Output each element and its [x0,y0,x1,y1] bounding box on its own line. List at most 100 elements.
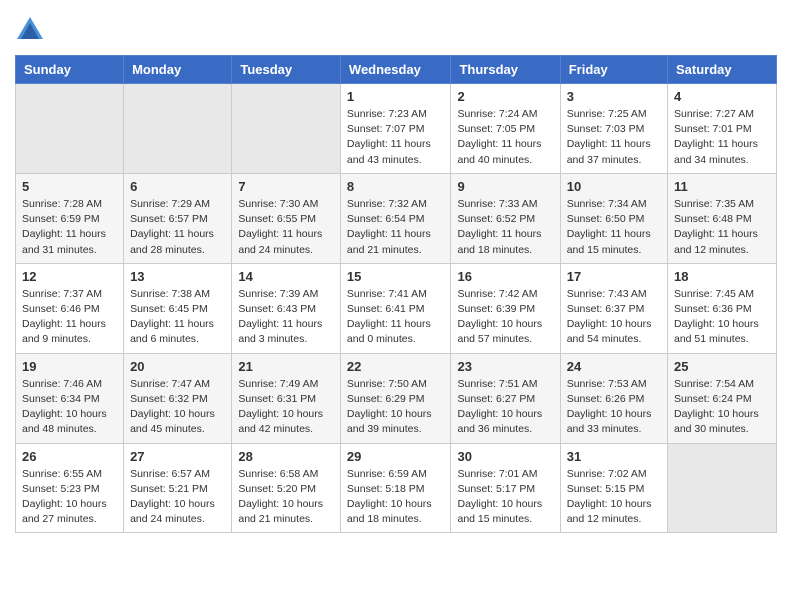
day-number: 9 [457,179,553,194]
calendar-cell: 18 Sunrise: 7:45 AM Sunset: 6:36 PM Dayli… [668,263,777,353]
day-info: Sunrise: 7:28 AM Sunset: 6:59 PM Dayligh… [22,197,117,258]
day-number: 3 [567,89,661,104]
calendar-cell: 31Sunrise: 7:02 AM Sunset: 5:15 PM Dayli… [560,443,667,533]
day-number: 15 [347,269,445,284]
weekday-header-thursday: Thursday [451,56,560,84]
day-number: 10 [567,179,661,194]
day-number: 5 [22,179,117,194]
day-number: 8 [347,179,445,194]
calendar-cell: 3 Sunrise: 7:25 AM Sunset: 7:03 PM Daylig… [560,84,667,174]
day-info: Sunrise: 7:46 AM Sunset: 6:34 PM Dayligh… [22,377,117,438]
calendar-cell: 15 Sunrise: 7:41 AM Sunset: 6:41 PM Dayli… [340,263,451,353]
calendar-cell: 17 Sunrise: 7:43 AM Sunset: 6:37 PM Dayli… [560,263,667,353]
day-info: Sunrise: 7:39 AM Sunset: 6:43 PM Dayligh… [238,287,334,348]
day-info: Sunrise: 7:25 AM Sunset: 7:03 PM Dayligh… [567,107,661,168]
day-info: Sunrise: 7:42 AM Sunset: 6:39 PM Dayligh… [457,287,553,348]
calendar-cell: 30 Sunrise: 7:01 AM Sunset: 5:17 PM Dayli… [451,443,560,533]
calendar-cell [232,84,341,174]
calendar-cell: 20Sunrise: 7:47 AM Sunset: 6:32 PM Dayli… [124,353,232,443]
day-info: Sunrise: 7:53 AM Sunset: 6:26 PM Dayligh… [567,377,661,438]
calendar-cell: 8 Sunrise: 7:32 AM Sunset: 6:54 PM Daylig… [340,173,451,263]
day-number: 6 [130,179,225,194]
day-info: Sunrise: 7:01 AM Sunset: 5:17 PM Dayligh… [457,467,553,528]
day-info: Sunrise: 7:43 AM Sunset: 6:37 PM Dayligh… [567,287,661,348]
day-number: 26 [22,449,117,464]
calendar-table: SundayMondayTuesdayWednesdayThursdayFrid… [15,55,777,533]
day-number: 29 [347,449,445,464]
day-info: Sunrise: 7:41 AM Sunset: 6:41 PM Dayligh… [347,287,445,348]
day-info: Sunrise: 7:51 AM Sunset: 6:27 PM Dayligh… [457,377,553,438]
calendar-week-row: 1 Sunrise: 7:23 AM Sunset: 7:07 PM Daylig… [16,84,777,174]
day-info: Sunrise: 7:35 AM Sunset: 6:48 PM Dayligh… [674,197,770,258]
calendar-cell [124,84,232,174]
day-number: 16 [457,269,553,284]
calendar-week-row: 12 Sunrise: 7:37 AM Sunset: 6:46 PM Dayli… [16,263,777,353]
day-number: 18 [674,269,770,284]
day-info: Sunrise: 7:29 AM Sunset: 6:57 PM Dayligh… [130,197,225,258]
day-info: Sunrise: 7:33 AM Sunset: 6:52 PM Dayligh… [457,197,553,258]
logo [15,15,49,45]
calendar-cell: 22Sunrise: 7:50 AM Sunset: 6:29 PM Dayli… [340,353,451,443]
weekday-header-sunday: Sunday [16,56,124,84]
day-number: 1 [347,89,445,104]
day-info: Sunrise: 7:34 AM Sunset: 6:50 PM Dayligh… [567,197,661,258]
day-number: 13 [130,269,225,284]
day-info: Sunrise: 6:55 AM Sunset: 5:23 PM Dayligh… [22,467,117,528]
calendar-cell: 23Sunrise: 7:51 AM Sunset: 6:27 PM Dayli… [451,353,560,443]
day-info: Sunrise: 6:59 AM Sunset: 5:18 PM Dayligh… [347,467,445,528]
calendar-cell: 10 Sunrise: 7:34 AM Sunset: 6:50 PM Dayli… [560,173,667,263]
page-header [15,15,777,45]
weekday-header-row: SundayMondayTuesdayWednesdayThursdayFrid… [16,56,777,84]
day-number: 27 [130,449,225,464]
calendar-week-row: 5 Sunrise: 7:28 AM Sunset: 6:59 PM Daylig… [16,173,777,263]
calendar-week-row: 26 Sunrise: 6:55 AM Sunset: 5:23 PM Dayli… [16,443,777,533]
calendar-cell: 4 Sunrise: 7:27 AM Sunset: 7:01 PM Daylig… [668,84,777,174]
day-number: 11 [674,179,770,194]
day-info: Sunrise: 7:50 AM Sunset: 6:29 PM Dayligh… [347,377,445,438]
day-number: 2 [457,89,553,104]
logo-icon [15,15,45,45]
calendar-cell: 13 Sunrise: 7:38 AM Sunset: 6:45 PM Dayli… [124,263,232,353]
calendar-week-row: 19 Sunrise: 7:46 AM Sunset: 6:34 PM Dayli… [16,353,777,443]
calendar-cell: 26 Sunrise: 6:55 AM Sunset: 5:23 PM Dayli… [16,443,124,533]
day-info: Sunrise: 7:49 AM Sunset: 6:31 PM Dayligh… [238,377,334,438]
weekday-header-saturday: Saturday [668,56,777,84]
day-number: 7 [238,179,334,194]
calendar-cell: 6 Sunrise: 7:29 AM Sunset: 6:57 PM Daylig… [124,173,232,263]
calendar-cell: 2 Sunrise: 7:24 AM Sunset: 7:05 PM Daylig… [451,84,560,174]
day-number: 19 [22,359,117,374]
calendar-cell: 28Sunrise: 6:58 AM Sunset: 5:20 PM Dayli… [232,443,341,533]
day-info: Sunrise: 6:58 AM Sunset: 5:20 PM Dayligh… [238,467,334,528]
day-number: 14 [238,269,334,284]
calendar-cell: 25Sunrise: 7:54 AM Sunset: 6:24 PM Dayli… [668,353,777,443]
day-number: 31 [567,449,661,464]
calendar-cell [16,84,124,174]
calendar-cell: 9 Sunrise: 7:33 AM Sunset: 6:52 PM Daylig… [451,173,560,263]
day-info: Sunrise: 7:32 AM Sunset: 6:54 PM Dayligh… [347,197,445,258]
calendar-cell: 11 Sunrise: 7:35 AM Sunset: 6:48 PM Dayli… [668,173,777,263]
calendar-cell: 12 Sunrise: 7:37 AM Sunset: 6:46 PM Dayli… [16,263,124,353]
calendar-cell: 14 Sunrise: 7:39 AM Sunset: 6:43 PM Dayli… [232,263,341,353]
day-info: Sunrise: 7:27 AM Sunset: 7:01 PM Dayligh… [674,107,770,168]
calendar-cell: 27 Sunrise: 6:57 AM Sunset: 5:21 PM Dayli… [124,443,232,533]
day-info: Sunrise: 7:24 AM Sunset: 7:05 PM Dayligh… [457,107,553,168]
weekday-header-friday: Friday [560,56,667,84]
day-number: 12 [22,269,117,284]
day-number: 4 [674,89,770,104]
calendar-cell: 24 Sunrise: 7:53 AM Sunset: 6:26 PM Dayli… [560,353,667,443]
calendar-cell: 5 Sunrise: 7:28 AM Sunset: 6:59 PM Daylig… [16,173,124,263]
calendar-cell: 1 Sunrise: 7:23 AM Sunset: 7:07 PM Daylig… [340,84,451,174]
weekday-header-monday: Monday [124,56,232,84]
day-info: Sunrise: 6:57 AM Sunset: 5:21 PM Dayligh… [130,467,225,528]
day-number: 17 [567,269,661,284]
day-info: Sunrise: 7:38 AM Sunset: 6:45 PM Dayligh… [130,287,225,348]
day-number: 30 [457,449,553,464]
day-info: Sunrise: 7:37 AM Sunset: 6:46 PM Dayligh… [22,287,117,348]
day-info: Sunrise: 7:23 AM Sunset: 7:07 PM Dayligh… [347,107,445,168]
day-number: 24 [567,359,661,374]
day-info: Sunrise: 7:47 AM Sunset: 6:32 PM Dayligh… [130,377,225,438]
day-info: Sunrise: 7:54 AM Sunset: 6:24 PM Dayligh… [674,377,770,438]
day-info: Sunrise: 7:30 AM Sunset: 6:55 PM Dayligh… [238,197,334,258]
day-info: Sunrise: 7:45 AM Sunset: 6:36 PM Dayligh… [674,287,770,348]
weekday-header-wednesday: Wednesday [340,56,451,84]
